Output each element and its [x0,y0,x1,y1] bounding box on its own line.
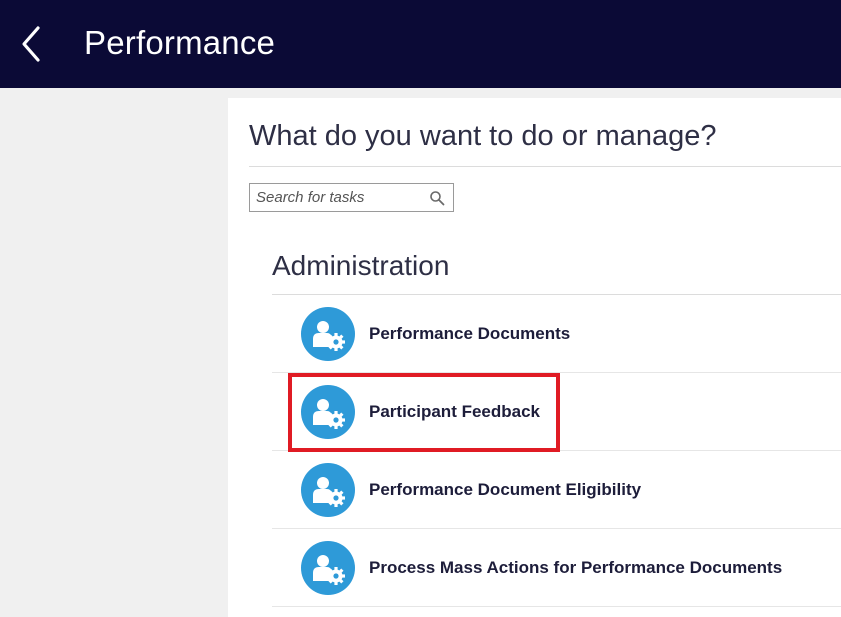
left-pane [0,88,228,617]
user-settings-icon [301,307,355,361]
task-list: Performance Documents Participant Feedba… [272,295,841,607]
page-title: Performance [84,24,276,61]
task-process-mass-actions[interactable]: Process Mass Actions for Performance Doc… [272,529,841,607]
search-field [249,183,454,212]
main-content: What do you want to do or manage? Admini… [228,98,841,617]
task-label: Participant Feedback [369,402,541,421]
task-performance-document-eligibility[interactable]: Performance Document Eligibility [272,451,841,529]
divider [249,166,841,167]
task-participant-feedback[interactable]: Participant Feedback [272,373,841,451]
top-bar: Performance [0,0,841,88]
search-input[interactable] [250,184,425,211]
task-label: Process Mass Actions for Performance Doc… [369,558,783,577]
task-label: Performance Document Eligibility [369,480,642,499]
section-title: Administration [272,250,450,281]
user-settings-icon [301,385,355,439]
user-settings-icon [301,541,355,595]
chevron-left-icon [22,26,40,62]
search-icon[interactable] [429,190,445,206]
question-heading: What do you want to do or manage? [249,120,717,152]
task-label: Performance Documents [369,324,571,343]
task-performance-documents[interactable]: Performance Documents [272,295,841,373]
user-settings-icon [301,463,355,517]
back-button[interactable] [12,22,52,66]
